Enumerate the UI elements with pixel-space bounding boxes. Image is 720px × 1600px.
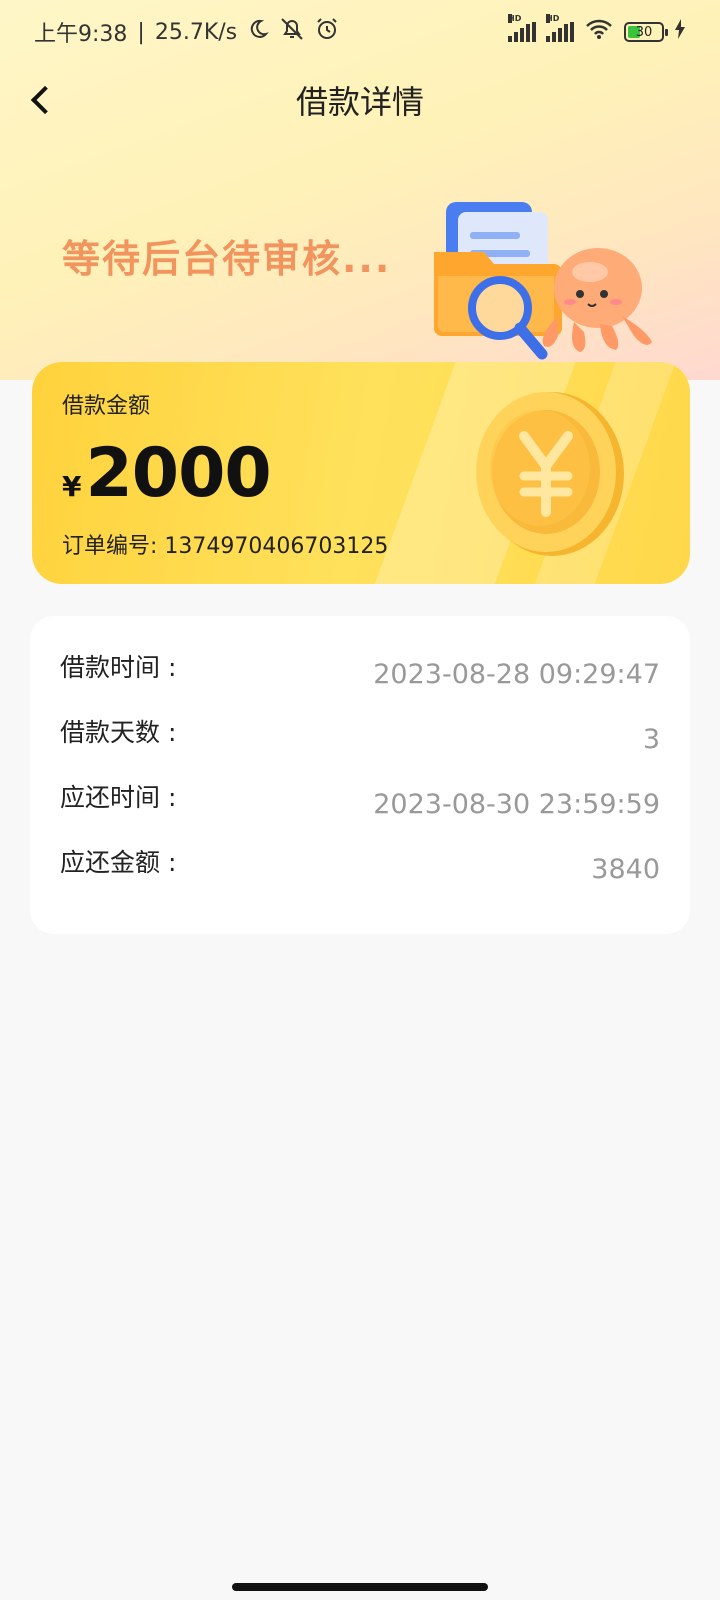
page-title: 借款详情 bbox=[295, 83, 424, 121]
back-button[interactable] bbox=[20, 78, 64, 122]
hd-label: HD bbox=[546, 14, 560, 23]
moon-icon bbox=[247, 18, 269, 46]
currency-symbol: ¥ bbox=[62, 470, 82, 503]
detail-value: 3 bbox=[642, 724, 660, 755]
review-status-text: 等待后台待审核... bbox=[62, 237, 392, 281]
detail-label: 借款天数 : bbox=[60, 717, 177, 747]
detail-label: 应还金额 : bbox=[60, 847, 177, 877]
signal-icon: HD bbox=[546, 14, 574, 42]
detail-value: 2023-08-28 09:29:47 bbox=[373, 659, 660, 690]
signal-icon: HD bbox=[508, 14, 536, 42]
order-number-value: 1374970406703125 bbox=[164, 534, 389, 559]
detail-row-due-amount: 应还金额 : 3840 bbox=[60, 833, 660, 898]
status-time: 上午9:38 bbox=[34, 22, 128, 47]
review-illustration bbox=[430, 196, 670, 366]
status-separator: | bbox=[137, 19, 145, 45]
loan-amount-card: 借款金额 ¥ 2000 订单编号: 1374970406703125 bbox=[32, 362, 690, 584]
alarm-icon bbox=[315, 17, 339, 47]
loan-amount-value: 2000 bbox=[85, 434, 271, 513]
wifi-icon bbox=[584, 17, 614, 47]
detail-value: 2023-08-30 23:59:59 bbox=[373, 789, 660, 820]
network-speed: 25.7K/s bbox=[154, 19, 238, 45]
status-bar: 上午9:38 | 25.7K/s HD HD 30 bbox=[0, 0, 720, 64]
navigation-bar: 借款详情 bbox=[0, 64, 720, 136]
order-number: 订单编号: 1374970406703125 bbox=[62, 528, 388, 560]
charging-icon bbox=[674, 18, 686, 46]
detail-row-due-time: 应还时间 : 2023-08-30 23:59:59 bbox=[60, 768, 660, 833]
detail-row-loan-time: 借款时间 : 2023-08-28 09:29:47 bbox=[60, 638, 660, 703]
loan-amount-label: 借款金额 bbox=[62, 394, 151, 419]
bell-off-icon bbox=[279, 17, 305, 47]
hd-label: HD bbox=[508, 14, 522, 23]
battery-icon: 30 bbox=[624, 22, 668, 42]
detail-row-loan-days: 借款天数 : 3 bbox=[60, 703, 660, 768]
detail-value: 3840 bbox=[591, 854, 660, 885]
home-indicator[interactable] bbox=[232, 1583, 488, 1591]
detail-label: 借款时间 : bbox=[60, 652, 177, 682]
yen-coin-icon bbox=[472, 388, 626, 558]
loan-details-card: 借款时间 : 2023-08-28 09:29:47 借款天数 : 3 应还时间… bbox=[30, 616, 690, 934]
detail-label: 应还时间 : bbox=[60, 782, 177, 812]
battery-level: 30 bbox=[635, 24, 653, 40]
order-number-label: 订单编号: bbox=[62, 534, 158, 559]
